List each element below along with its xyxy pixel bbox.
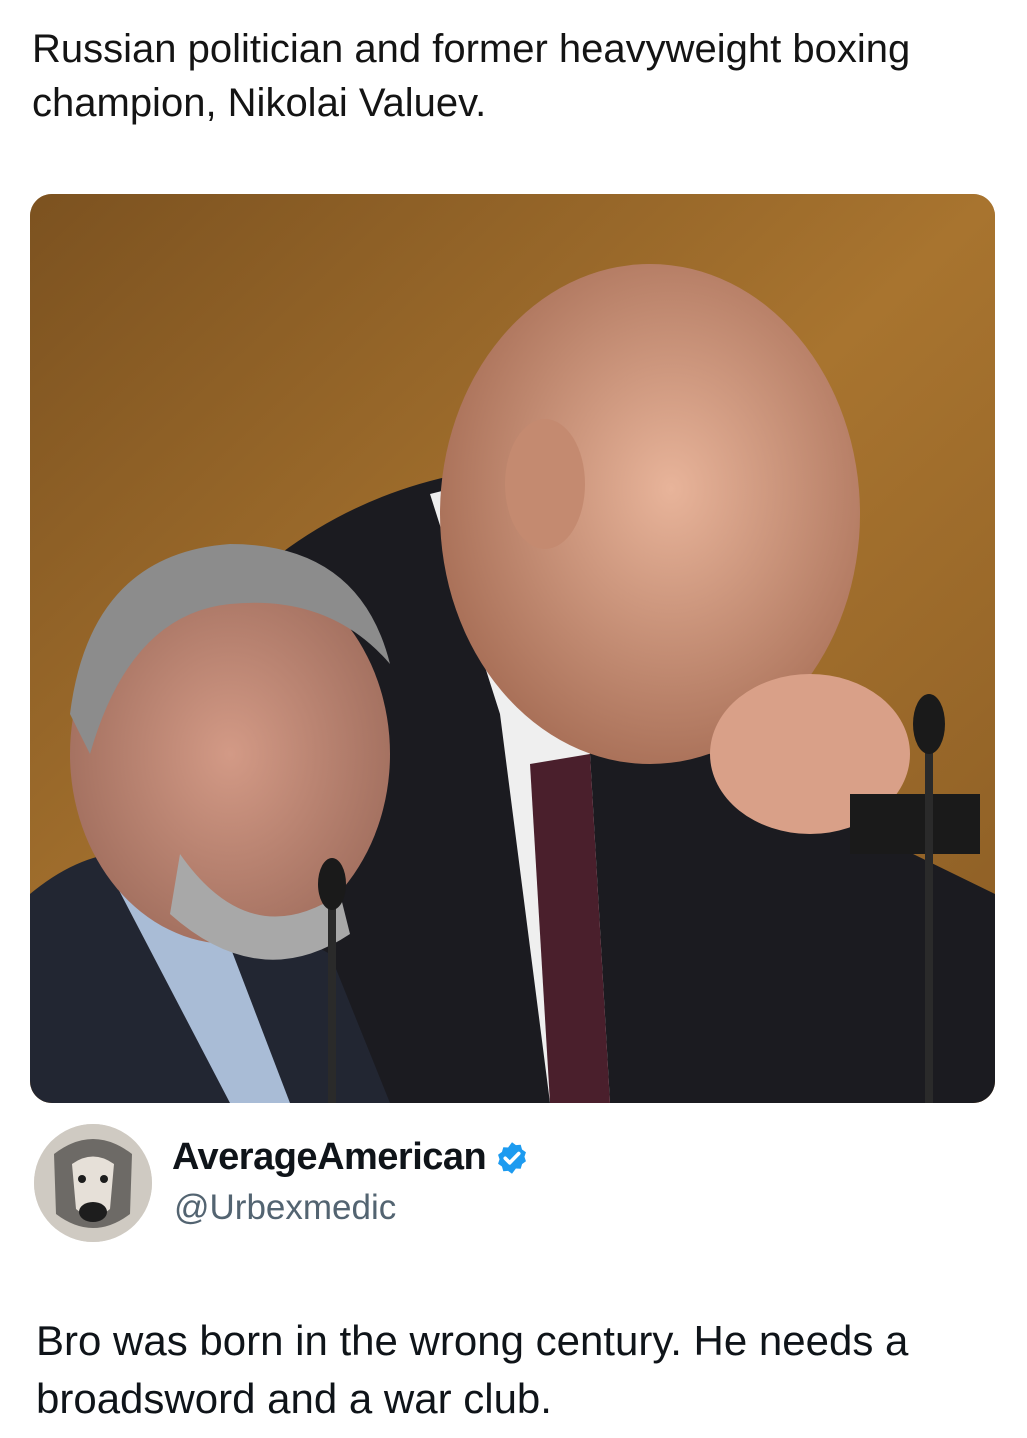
tweet-text: Bro was born in the wrong century. He ne… xyxy=(36,1317,909,1422)
author-name-row[interactable]: AverageAmerican xyxy=(172,1136,530,1179)
author-display-name[interactable]: AverageAmerican xyxy=(172,1136,487,1179)
tweet-photo[interactable] xyxy=(30,194,995,1103)
photo-two-politicians-icon xyxy=(30,194,995,1103)
post-caption: Russian politician and former heavyweigh… xyxy=(32,27,911,125)
dog-avatar-icon xyxy=(34,1124,152,1242)
author-handle[interactable]: @Urbexmedic xyxy=(174,1188,396,1228)
verified-badge-icon xyxy=(498,1141,527,1174)
author-avatar[interactable] xyxy=(34,1124,152,1242)
